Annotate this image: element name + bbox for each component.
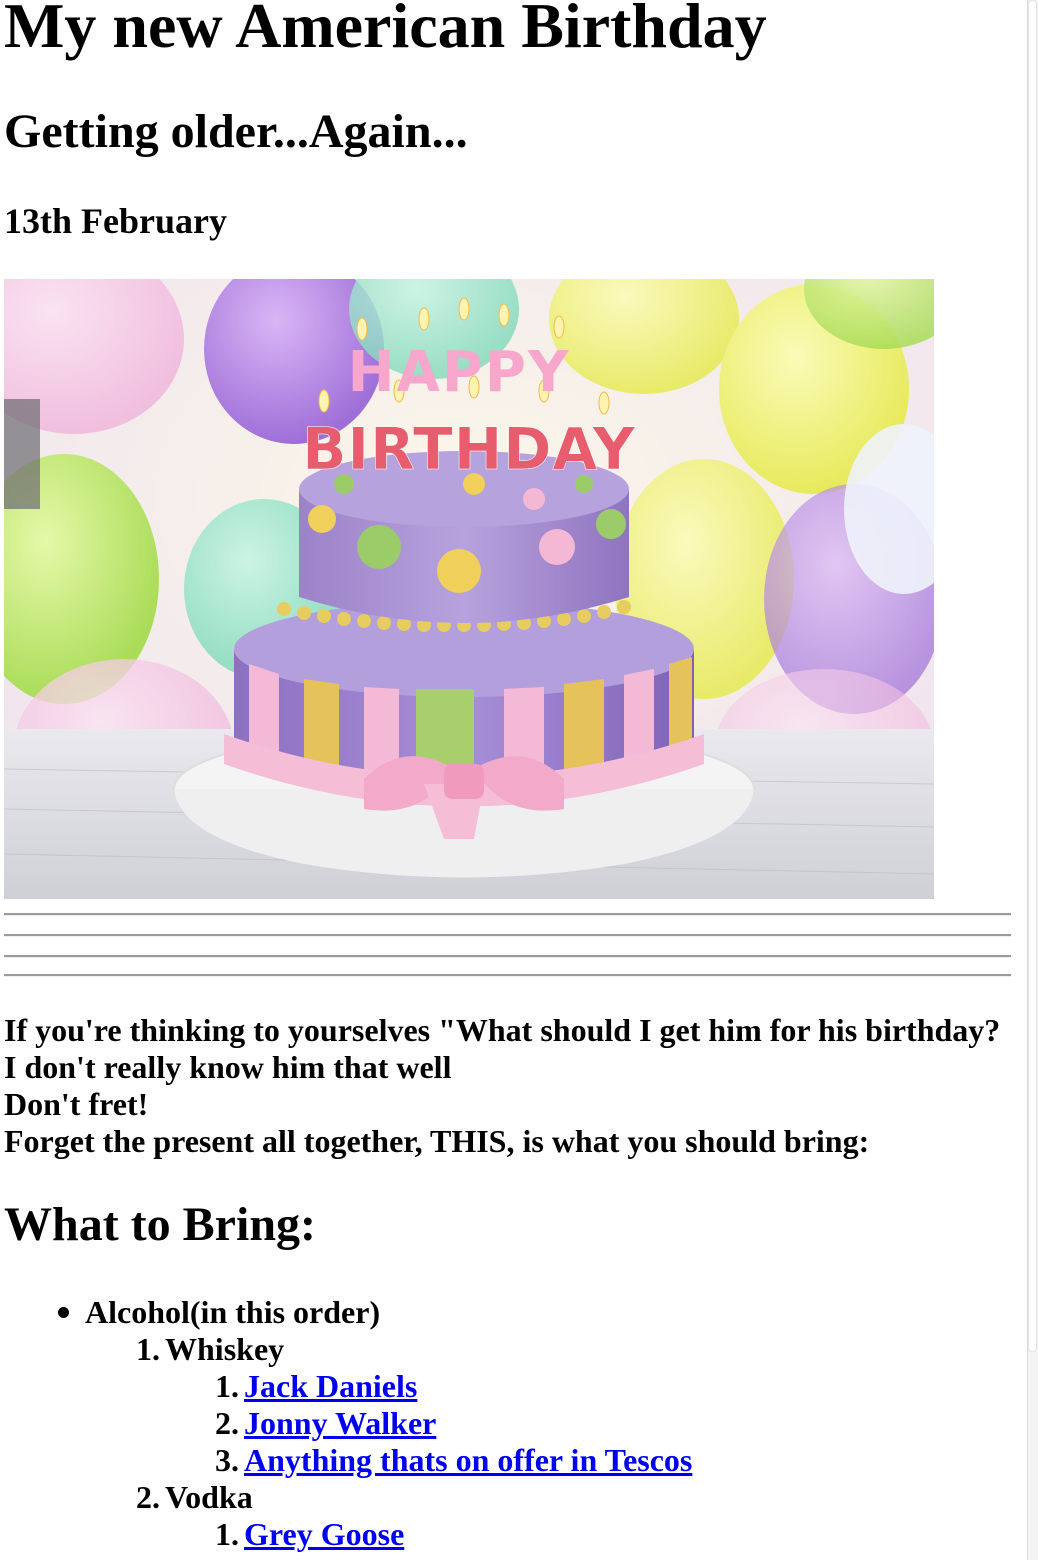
bullet-icon [58, 1307, 69, 1318]
divider-line [4, 934, 1011, 937]
intro-line: If you're thinking to yourselves "What s… [4, 1012, 1001, 1048]
page-title: My new American Birthday [4, 0, 767, 61]
list-number: 1. [215, 1516, 239, 1552]
link-jonny-walker[interactable]: Jonny Walker [244, 1405, 436, 1442]
intro-line: Don't fret! [4, 1086, 149, 1122]
list-number: 2. [136, 1479, 160, 1515]
intro-paragraph: If you're thinking to yourselves "What s… [4, 1012, 1014, 1160]
list-item-whiskey: Whiskey [165, 1331, 285, 1367]
list-number: 2. [215, 1405, 239, 1441]
list-item-vodka: Vodka [165, 1479, 253, 1515]
birthday-date: 13th February [4, 201, 227, 241]
svg-text:HAPPY: HAPPY [348, 340, 571, 405]
page-subtitle: Getting older...Again... [4, 105, 468, 158]
list-number: 1. [215, 1368, 239, 1404]
birthday-cake-image: HAPPY BIRTHDAY [4, 279, 934, 899]
svg-text:BIRTHDAY: BIRTHDAY [302, 415, 635, 483]
link-tescos-offer[interactable]: Anything thats on offer in Tescos [244, 1442, 692, 1479]
scrollbar-thumb[interactable] [1028, 0, 1037, 1352]
divider-line [4, 913, 1011, 916]
link-jack-daniels[interactable]: Jack Daniels [244, 1368, 417, 1405]
link-grey-goose[interactable]: Grey Goose [244, 1516, 404, 1553]
what-to-bring-heading: What to Bring: [4, 1198, 316, 1251]
intro-line: Forget the present all together, THIS, i… [4, 1123, 870, 1159]
page: My new American Birthday Getting older..… [0, 0, 1038, 1560]
list-number: 3. [215, 1442, 239, 1478]
list-number: 1. [136, 1331, 160, 1367]
list-item-alcohol: Alcohol(in this order) [85, 1294, 381, 1330]
vertical-scrollbar[interactable] [1027, 0, 1038, 1560]
divider-line [4, 974, 1011, 977]
intro-line: I don't really know him that well [4, 1049, 452, 1085]
divider-line [4, 955, 1011, 958]
